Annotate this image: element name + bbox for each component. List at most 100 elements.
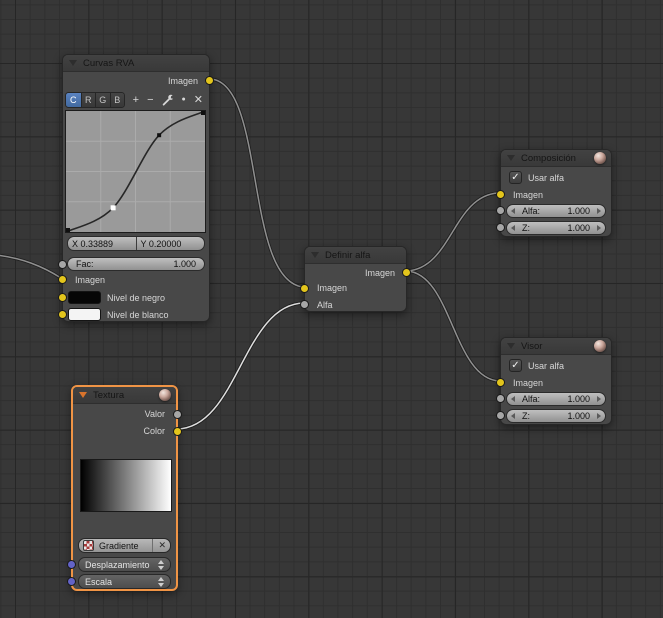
texture-name: Gradiente — [99, 540, 139, 551]
output-label-imagen: Imagen — [364, 268, 395, 278]
material-sphere-icon — [594, 340, 606, 352]
use-alpha-label: Usar alfa — [528, 360, 565, 371]
node-curvas-rva[interactable]: Curvas RVA Imagen C R G B + − ● ✕ X 0.33… — [58, 54, 214, 322]
output-label-color: Color — [143, 426, 165, 436]
socket-input-desplazamiento[interactable] — [67, 560, 76, 569]
node-title: Textura — [93, 389, 125, 401]
curve-toolbar: C R G B + − ● ✕ — [65, 92, 207, 108]
socket-input-alfa[interactable] — [300, 300, 309, 309]
collapse-triangle-icon[interactable] — [507, 155, 515, 161]
channel-button-c[interactable]: C — [66, 93, 81, 107]
z-value-field[interactable]: Z: 1.000 — [506, 221, 606, 235]
socket-input-z[interactable] — [496, 223, 505, 232]
socket-input-white-level[interactable] — [58, 310, 67, 319]
zoom-in-icon[interactable]: + — [133, 93, 139, 107]
decrement-icon[interactable] — [511, 413, 515, 419]
socket-input-imagen[interactable] — [300, 284, 309, 293]
material-sphere-icon — [594, 152, 606, 164]
socket-output-color[interactable] — [173, 427, 182, 436]
z-value-field[interactable]: Z: 1.000 — [506, 409, 606, 423]
node-header-textura[interactable]: Textura — [73, 387, 176, 404]
texture-selector[interactable]: Gradiente ✕ — [78, 538, 171, 553]
socket-input-black-level[interactable] — [58, 293, 67, 302]
collapse-triangle-icon[interactable] — [79, 392, 87, 398]
texture-preview — [80, 459, 172, 512]
curve-widget[interactable] — [65, 110, 206, 233]
stepper-icon[interactable] — [154, 576, 164, 587]
socket-input-alfa[interactable] — [496, 394, 505, 403]
node-visor[interactable]: Visor ✓ Usar alfa Imagen Alfa: 1.000 Z: … — [496, 337, 612, 425]
channel-button-g[interactable]: G — [95, 93, 110, 107]
stepper-icon[interactable] — [154, 559, 164, 570]
collapse-triangle-icon[interactable] — [507, 343, 515, 349]
increment-icon[interactable] — [597, 413, 601, 419]
socket-input-escala[interactable] — [67, 577, 76, 586]
node-header-curvas-rva[interactable]: Curvas RVA — [63, 55, 209, 72]
socket-input-z[interactable] — [496, 411, 505, 420]
output-label-valor: Valor — [144, 409, 165, 419]
use-alpha-checkbox[interactable]: ✓ — [509, 171, 522, 184]
decrement-icon[interactable] — [511, 208, 515, 214]
socket-output-imagen[interactable] — [205, 76, 214, 85]
node-textura[interactable]: Textura Valor Color Gradiente ✕ Desplaza… — [67, 385, 182, 591]
node-title: Composición — [521, 152, 576, 164]
socket-input-imagen[interactable] — [496, 378, 505, 387]
socket-output-imagen[interactable] — [402, 268, 411, 277]
offset-field[interactable]: Desplazamiento — [78, 557, 171, 572]
alfa-value-field[interactable]: Alfa: 1.000 — [506, 204, 606, 218]
input-label-imagen: Imagen — [513, 378, 544, 388]
black-level-swatch[interactable] — [68, 291, 101, 304]
collapse-triangle-icon[interactable] — [69, 60, 77, 66]
use-alpha-checkbox[interactable]: ✓ — [509, 359, 522, 372]
alfa-value-field[interactable]: Alfa: 1.000 — [506, 392, 606, 406]
socket-output-valor[interactable] — [173, 410, 182, 419]
channel-button-b[interactable]: B — [109, 93, 124, 107]
increment-icon[interactable] — [597, 225, 601, 231]
wrench-icon[interactable] — [162, 94, 174, 106]
use-alpha-row: ✓ Usar alfa — [509, 171, 564, 184]
point-y-field[interactable]: Y 0.20000 — [135, 237, 205, 250]
texture-checker-icon — [83, 540, 94, 551]
unlink-texture-icon[interactable]: ✕ — [152, 539, 166, 552]
input-label-alfa: Alfa — [317, 300, 333, 310]
socket-input-imagen[interactable] — [496, 190, 505, 199]
node-header-definir-alfa[interactable]: Definir alfa — [305, 247, 406, 264]
node-definir-alfa[interactable]: Definir alfa Imagen Imagen Alfa — [300, 246, 411, 312]
socket-input-imagen[interactable] — [58, 275, 67, 284]
wire-definiralfa-to-composicion — [406, 192, 499, 272]
input-label-imagen: Imagen — [513, 190, 544, 200]
socket-input-fac[interactable] — [58, 260, 67, 269]
decrement-icon[interactable] — [511, 225, 515, 231]
node-title: Definir alfa — [325, 249, 371, 261]
white-level-label: Nivel de blanco — [107, 310, 169, 320]
node-composicion[interactable]: Composición ✓ Usar alfa Imagen Alfa: 1.0… — [496, 149, 612, 237]
channel-button-r[interactable]: R — [80, 93, 95, 107]
wire-definiralfa-to-visor — [406, 270, 500, 382]
collapse-triangle-icon[interactable] — [311, 252, 319, 258]
delete-point-icon[interactable]: ✕ — [194, 93, 203, 107]
decrement-icon[interactable] — [511, 396, 515, 402]
use-alpha-label: Usar alfa — [528, 172, 565, 183]
node-header-visor[interactable]: Visor — [501, 338, 611, 355]
material-sphere-icon — [159, 389, 171, 401]
input-label-imagen: Imagen — [317, 283, 348, 293]
zoom-out-icon[interactable]: − — [147, 93, 153, 107]
node-editor-canvas[interactable]: Curvas RVA Imagen C R G B + − ● ✕ X 0.33… — [0, 0, 663, 618]
input-label-imagen: Imagen — [75, 275, 106, 285]
wire-curvas-to-definiralfa — [210, 78, 304, 288]
output-label-imagen: Imagen — [167, 76, 198, 86]
node-title: Curvas RVA — [83, 57, 135, 69]
use-alpha-row: ✓ Usar alfa — [509, 359, 564, 372]
wire-offscreen-to-curvas — [0, 254, 62, 279]
scale-field[interactable]: Escala — [78, 574, 171, 589]
channel-buttons: C R G B — [65, 92, 125, 108]
increment-icon[interactable] — [597, 208, 601, 214]
clipping-dot-icon[interactable]: ● — [182, 93, 186, 107]
increment-icon[interactable] — [597, 396, 601, 402]
node-header-composicion[interactable]: Composición — [501, 150, 611, 167]
fac-slider[interactable]: Fac: 1.000 — [67, 257, 205, 271]
socket-input-alfa[interactable] — [496, 206, 505, 215]
point-x-field[interactable]: X 0.33889 — [68, 237, 136, 250]
point-coordinate-fields: X 0.33889 Y 0.20000 — [67, 236, 205, 251]
white-level-swatch[interactable] — [68, 308, 101, 321]
